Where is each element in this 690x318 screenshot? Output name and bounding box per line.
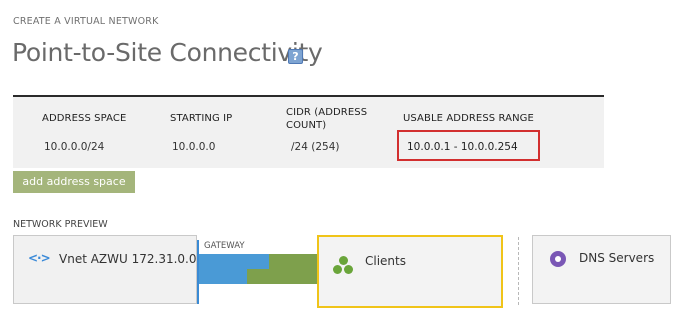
usable-range-highlight: 10.0.0.1 - 10.0.0.254 xyxy=(397,130,540,161)
dns-servers-icon xyxy=(550,251,566,267)
cell-starting-ip: 10.0.0.0 xyxy=(172,141,216,153)
vnet-label: Vnet AZWU 172.31.0.0 xyxy=(59,252,197,266)
cell-address-space: 10.0.0.0/24 xyxy=(44,141,105,153)
page-subtitle: CREATE A VIRTUAL NETWORK xyxy=(13,16,159,27)
dns-servers-node[interactable]: DNS Servers xyxy=(532,235,671,304)
gateway-bar-blue xyxy=(199,254,269,269)
clients-node[interactable]: Clients xyxy=(317,235,503,308)
gateway-bar-blue-lower xyxy=(199,269,247,284)
clients-icon xyxy=(333,254,355,276)
header-cidr-line1: CIDR (ADDRESS xyxy=(286,107,368,118)
header-address-space: ADDRESS SPACE xyxy=(42,113,127,124)
header-usable-range: USABLE ADDRESS RANGE xyxy=(403,113,534,124)
clients-label: Clients xyxy=(365,254,406,268)
cell-usable-range: 10.0.0.1 - 10.0.0.254 xyxy=(407,141,518,153)
page-title: Point-to-Site Connectivity xyxy=(12,38,323,67)
add-address-space-button[interactable]: add address space xyxy=(13,171,135,193)
vnet-node[interactable]: <·> Vnet AZWU 172.31.0.0 xyxy=(13,235,197,304)
separator xyxy=(518,237,519,305)
network-preview-label: NETWORK PREVIEW xyxy=(13,219,108,230)
vnet-icon: <·> xyxy=(28,251,51,265)
help-icon[interactable]: ? xyxy=(288,49,303,64)
dns-servers-label: DNS Servers xyxy=(579,251,655,265)
address-table: ADDRESS SPACE STARTING IP CIDR (ADDRESS … xyxy=(13,95,604,168)
header-cidr-line2: COUNT) xyxy=(286,120,327,131)
gateway-label: GATEWAY xyxy=(204,241,245,251)
header-starting-ip: STARTING IP xyxy=(170,113,233,124)
header-cidr: CIDR (ADDRESS COUNT) xyxy=(286,106,367,132)
cell-cidr: /24 (254) xyxy=(291,141,340,153)
